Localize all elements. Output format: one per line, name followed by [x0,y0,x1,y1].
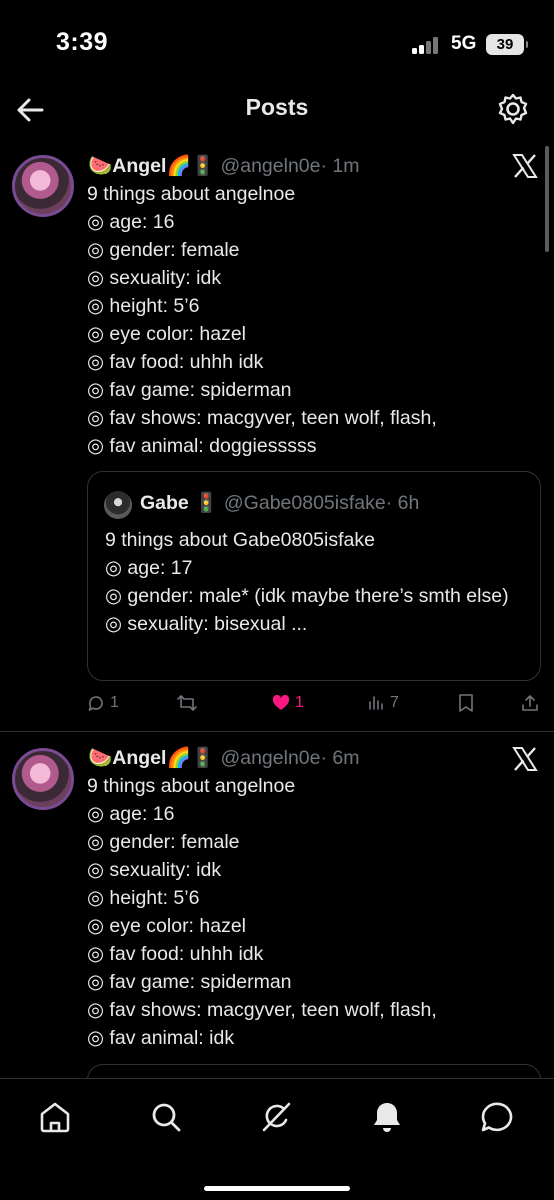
avatar[interactable] [12,155,74,217]
quote-author-handle: @Gabe0805isfake [223,492,386,514]
post-line: ◎ age: 16 [87,803,175,825]
post-author-line: 🍉Angel🌈🚦 @angeln0e· 1m [88,154,359,178]
reply-icon [88,696,103,711]
post-line: ◎ eye color: hazel [87,323,247,345]
author-handle[interactable]: @angeln0e [220,155,320,177]
bookmark-icon [459,694,473,712]
settings-button[interactable] [494,90,532,128]
nav-messages[interactable] [477,1097,517,1137]
nav-home[interactable] [35,1097,75,1137]
search-icon [152,1103,181,1132]
quote-author-line: Gabe 🚦 @Gabe0805isfake· 6h [140,491,419,515]
nav-notifications[interactable] [367,1097,407,1137]
quote-author-name: Gabe 🚦 [140,492,219,514]
nav-grok[interactable] [256,1097,296,1137]
bottom-nav [0,1078,554,1200]
author-name[interactable]: 🍉Angel🌈🚦 [88,747,215,769]
post-line: ◎ sexuality: idk [87,267,222,289]
post-line: ◎ eye color: hazel [87,915,247,937]
post-line: ◎ fav food: uhhh idk [87,351,264,373]
heart-icon [272,694,290,710]
nav-search[interactable] [146,1097,186,1137]
post-line: ◎ fav game: spiderman [87,971,292,993]
post-line: 9 things about angelnoe [87,183,296,205]
post-time[interactable]: · 1m [320,155,359,177]
share-icon [522,695,538,711]
like-count: 1 [295,694,304,711]
views-icon [369,696,383,710]
quote-time: · 6h [385,492,420,514]
x-logo-icon [512,154,538,178]
post[interactable]: 🍉Angel🌈🚦 @angeln0e· 6m 9 things about an… [0,738,554,1104]
post[interactable]: 🍉Angel🌈🚦 @angeln0e· 1m 9 things about an… [0,146,554,730]
reply-button[interactable]: 1 [86,693,119,713]
bookmark-button[interactable] [457,693,475,713]
post-line: ◎ fav animal: doggiesssss [87,435,317,457]
post-line: ◎ fav shows: macgyver, teen wolf, flash, [87,407,437,429]
home-icon [40,1102,70,1133]
quote-avatar [104,491,132,519]
quote-line: ◎ sexuality: bisexual ... [105,613,308,635]
post-line: 9 things about angelnoe [87,775,296,797]
post-actions: 1 1 7 [86,693,546,719]
views-button[interactable]: 7 [366,693,399,713]
x-logo-icon [512,747,538,771]
post-line: ◎ fav animal: idk [87,1027,235,1049]
chat-bubble-icon [481,1102,513,1132]
post-line: ◎ sexuality: idk [87,859,222,881]
views-count: 7 [390,694,399,711]
top-header: Posts [0,88,554,138]
status-time: 3:39 [56,28,109,56]
avatar[interactable] [12,748,74,810]
repost-button[interactable] [176,693,202,713]
author-handle[interactable]: @angeln0e [220,747,320,769]
post-line: ◎ age: 16 [87,211,175,233]
post-author-line: 🍉Angel🌈🚦 @angeln0e· 6m [88,746,359,770]
network-label: 5G [451,33,477,54]
repost-icon [177,695,197,711]
bell-icon [374,1103,400,1132]
post-body: 9 things about angelnoe ◎ age: 16 ◎ gend… [87,772,537,1052]
gear-icon [498,93,528,125]
share-button[interactable] [520,693,540,713]
post-line: ◎ fav food: uhhh idk [87,943,264,965]
page-title: Posts [245,94,309,120]
reply-count: 1 [110,694,119,711]
quote-line: ◎ age: 17 [105,557,193,579]
like-button[interactable]: 1 [271,693,304,713]
quoted-post[interactable]: Gabe 🚦 @Gabe0805isfake· 6h 9 things abou… [87,471,541,681]
home-indicator [204,1186,350,1191]
quote-body: 9 things about Gabe0805isfake ◎ age: 17 … [105,526,525,638]
quote-line: 9 things about Gabe0805isfake [105,529,375,551]
post-line: ◎ height: 5’6 [87,887,200,909]
grok-icon [262,1102,291,1132]
post-line: ◎ gender: female [87,239,240,261]
quote-line: ◎ gender: male* (idk maybe there’s smth … [105,585,509,607]
signal-icon [412,36,442,54]
battery-icon: 39 [486,34,528,55]
post-line: ◎ gender: female [87,831,240,853]
author-name[interactable]: 🍉Angel🌈🚦 [88,155,215,177]
post-line: ◎ fav game: spiderman [87,379,292,401]
post-body: 9 things about angelnoe ◎ age: 16 ◎ gend… [87,180,537,460]
post-divider [0,731,554,732]
post-time[interactable]: · 6m [320,747,359,769]
status-bar: 3:39 5G 39 [0,0,554,88]
post-line: ◎ height: 5’6 [87,295,200,317]
post-line: ◎ fav shows: macgyver, teen wolf, flash, [87,999,437,1021]
